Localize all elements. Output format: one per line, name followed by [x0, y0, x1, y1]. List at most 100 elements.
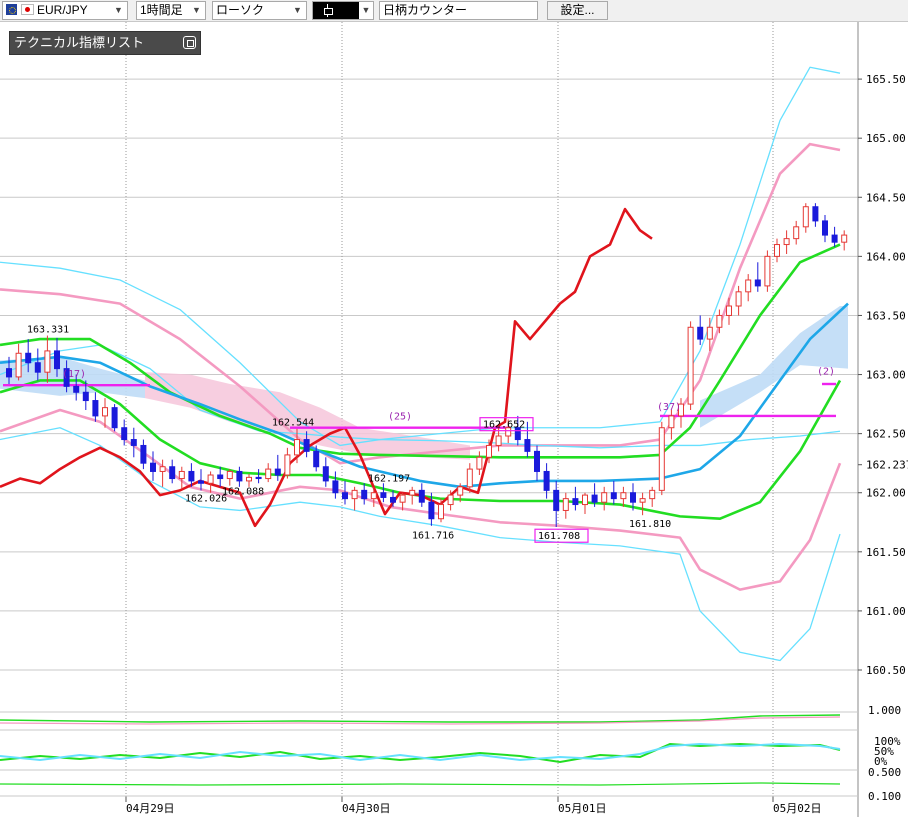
candle [697, 315, 704, 345]
time-axis-label: 04月29日 [126, 802, 175, 815]
price-axis-label: 164.50 [866, 191, 906, 204]
chart-toolbar: EUR/JPY ▼ 1時間足 ▼ ローソク ▼ ▼ 日柄カウンター 設定... [0, 0, 908, 22]
chevron-down-icon: ▼ [293, 5, 302, 15]
candle [668, 410, 675, 440]
chart-type-select[interactable]: ローソク ▼ [212, 1, 307, 20]
candle [226, 469, 233, 486]
indicator-list-panel[interactable]: テクニカル指標リスト [9, 31, 201, 55]
price-label: 161.810 [629, 519, 671, 530]
price-axis-label: 165.50 [866, 73, 906, 86]
price-label-high: 163.331 [27, 324, 69, 335]
candle [351, 486, 358, 511]
chevron-down-icon: ▼ [114, 5, 123, 15]
price-axis-label: 160.50 [866, 664, 906, 677]
chart-grid [0, 22, 859, 817]
candle-icon [323, 4, 333, 17]
candle [217, 466, 224, 487]
candle [476, 451, 483, 475]
candle [582, 492, 588, 514]
timeframe-select[interactable]: 1時間足 ▼ [136, 1, 206, 20]
price-label-boxed: 162.652 [483, 420, 525, 431]
price-axis-label: 163.50 [866, 309, 906, 322]
price-label: 162.088 [222, 486, 264, 497]
price-label: 161.716 [412, 530, 454, 541]
price-axis: 165.50 165.00 164.50 164.00 163.50 163.00 162.… [858, 73, 908, 677]
candle [140, 439, 147, 470]
candle [150, 451, 156, 481]
chevron-down-icon: ▼ [359, 2, 373, 19]
candle [255, 469, 262, 484]
candle [793, 220, 800, 245]
candle [754, 262, 761, 292]
chevron-down-icon: ▼ [192, 5, 201, 15]
counter-label: 日柄カウンター [383, 3, 468, 17]
count-label: (17) [62, 369, 86, 380]
indicator-lines [0, 66, 849, 662]
candle [178, 466, 185, 490]
candle [802, 203, 809, 233]
price-axis-label: 161.00 [866, 605, 906, 618]
candle [601, 486, 608, 511]
symbol-label: EUR/JPY [37, 3, 88, 17]
price-axis-label: 163.00 [866, 369, 906, 382]
price-chart[interactable]: 163.331 162.544 162.026162.088 162.197 161.7… [0, 22, 908, 817]
price-axis-label: 162.50 [866, 428, 906, 441]
candle [841, 230, 848, 251]
candle [495, 427, 502, 452]
candle [687, 321, 694, 410]
price-axis-label: 161.50 [866, 546, 906, 559]
price-label: 162.197 [368, 473, 410, 484]
candle [543, 463, 550, 499]
candle-style-select[interactable]: ▼ [312, 1, 374, 20]
candle [265, 463, 272, 483]
candle [169, 459, 176, 484]
candle [735, 285, 742, 316]
settings-button[interactable]: 設定... [547, 1, 608, 20]
candle [658, 421, 665, 496]
candle [236, 466, 243, 487]
price-axis-label: 162.00 [866, 487, 906, 500]
candle [745, 274, 752, 302]
candle [111, 404, 118, 432]
candle [774, 238, 780, 263]
minimize-icon[interactable] [183, 36, 196, 49]
price-label: 162.026 [185, 494, 227, 505]
chart-type-label: ローソク [216, 3, 265, 17]
symbol-select[interactable]: EUR/JPY ▼ [2, 1, 128, 20]
candle [332, 471, 339, 499]
candle [284, 447, 291, 479]
timeframe-label: 1時間足 [140, 3, 183, 17]
candle [342, 480, 348, 505]
candle [418, 483, 425, 507]
candle [534, 445, 540, 481]
candle [812, 203, 819, 227]
count-label: (37) [657, 402, 681, 413]
candle [610, 480, 617, 505]
indicator-list-title: テクニカル指標リスト [14, 35, 145, 50]
candle [562, 492, 569, 519]
price-axis-label: 162.237 [866, 459, 908, 472]
candle [361, 483, 368, 505]
count-label: (2) [817, 367, 835, 378]
candle [15, 343, 22, 381]
candle [639, 492, 646, 516]
candle [764, 250, 771, 292]
candle [783, 230, 790, 254]
price-label-boxed: 161.708 [538, 531, 580, 542]
candle [649, 486, 656, 507]
candle [130, 427, 137, 458]
candle [92, 392, 99, 422]
time-axis-label: 05月02日 [773, 802, 822, 815]
eu-jp-flag-icon [6, 4, 34, 21]
candle [198, 469, 204, 491]
oscillator-axis-label: 1.000 [868, 704, 901, 717]
candle [831, 226, 838, 247]
candle [380, 483, 387, 503]
price-axis-label: 164.00 [866, 250, 906, 263]
candle [274, 454, 281, 481]
counter-field[interactable]: 日柄カウンター [379, 1, 538, 20]
price-label: 162.544 [272, 417, 314, 428]
oscillator-axis-label: 0.100 [868, 790, 901, 803]
time-axis-label: 04月30日 [342, 802, 391, 815]
candle [822, 215, 828, 243]
